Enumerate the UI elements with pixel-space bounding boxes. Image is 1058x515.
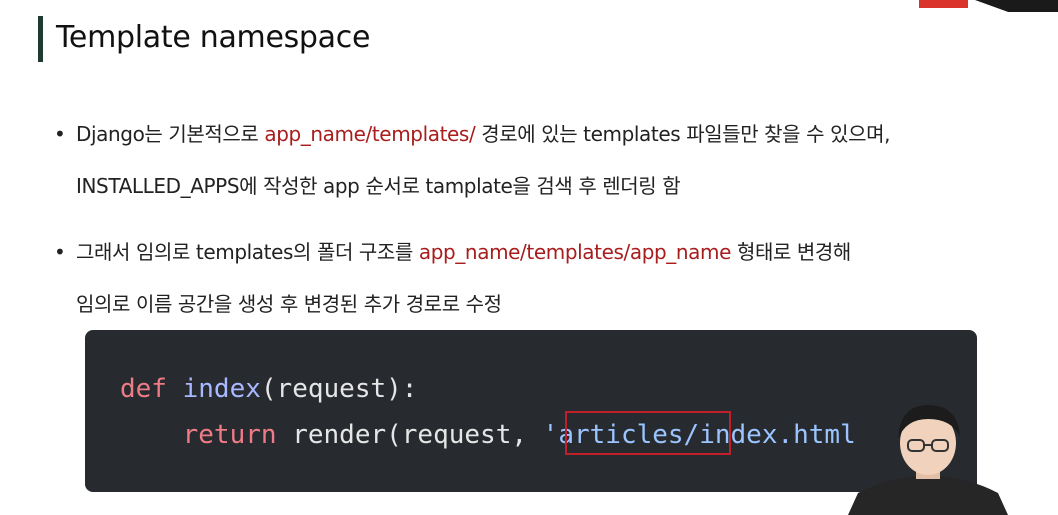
- bullet-1-line-1: Django는 기본적으로 app_name/templates/ 경로에 있는…: [76, 108, 1014, 160]
- text-span: 그래서 임의로 templates의 폴더 구조를: [76, 240, 419, 264]
- text-span: 형태로 변경해: [731, 240, 851, 264]
- bullet-item-1: • Django는 기본적으로 app_name/templates/ 경로에 …: [54, 108, 1014, 212]
- path-highlight: app_name/templates/: [264, 122, 476, 146]
- text-span: Django는 기본적으로: [76, 122, 265, 146]
- bullet-dot: •: [54, 122, 66, 146]
- page-title: Template namespace: [56, 20, 371, 55]
- highlight-box: [565, 411, 731, 455]
- presenter-video-overlay: [848, 405, 1008, 515]
- presenter-shoulders: [848, 475, 1008, 515]
- render-call: render: [292, 420, 387, 450]
- code-line-2: return render(request, 'articles/index.h…: [120, 420, 856, 450]
- code-block: def index(request): return render(reques…: [85, 330, 977, 492]
- function-name: index: [182, 374, 261, 404]
- code-params: (request):: [260, 374, 418, 404]
- text-span: 경로에 있는 templates 파일들만 찾을 수 있으며,: [475, 122, 891, 146]
- bullet-2-line-1: 그래서 임의로 templates의 폴더 구조를 app_name/templ…: [76, 226, 1014, 278]
- title-accent-bar: [38, 16, 43, 62]
- bullet-item-2: • 그래서 임의로 templates의 폴더 구조를 app_name/tem…: [54, 226, 1014, 330]
- code-line-1: def index(request):: [120, 374, 417, 404]
- bullet-list: • Django는 기본적으로 app_name/templates/ 경로에 …: [54, 108, 1014, 330]
- top-red-badge: [919, 0, 968, 8]
- keyword-return: return: [182, 420, 277, 450]
- text-span: 임의로 이름 공간을 생성 후 변경된 추가 경로로 수정: [76, 292, 502, 316]
- path-highlight: app_name/templates/app_name: [418, 240, 732, 264]
- bullet-1-line-2: INSTALLED_APPS에 작성한 app 순서로 tamplate을 검색…: [76, 160, 1014, 212]
- render-args: (request,: [386, 420, 543, 450]
- keyword-def: def: [120, 374, 167, 404]
- code-content: def index(request): return render(reques…: [120, 366, 856, 458]
- bullet-dot: •: [54, 240, 66, 264]
- top-dark-slant: [975, 0, 1058, 12]
- bullet-2-line-2: 임의로 이름 공간을 생성 후 변경된 추가 경로로 수정: [76, 278, 1014, 330]
- text-span: INSTALLED_APPS에 작성한 app 순서로 tamplate을 검색…: [76, 174, 681, 198]
